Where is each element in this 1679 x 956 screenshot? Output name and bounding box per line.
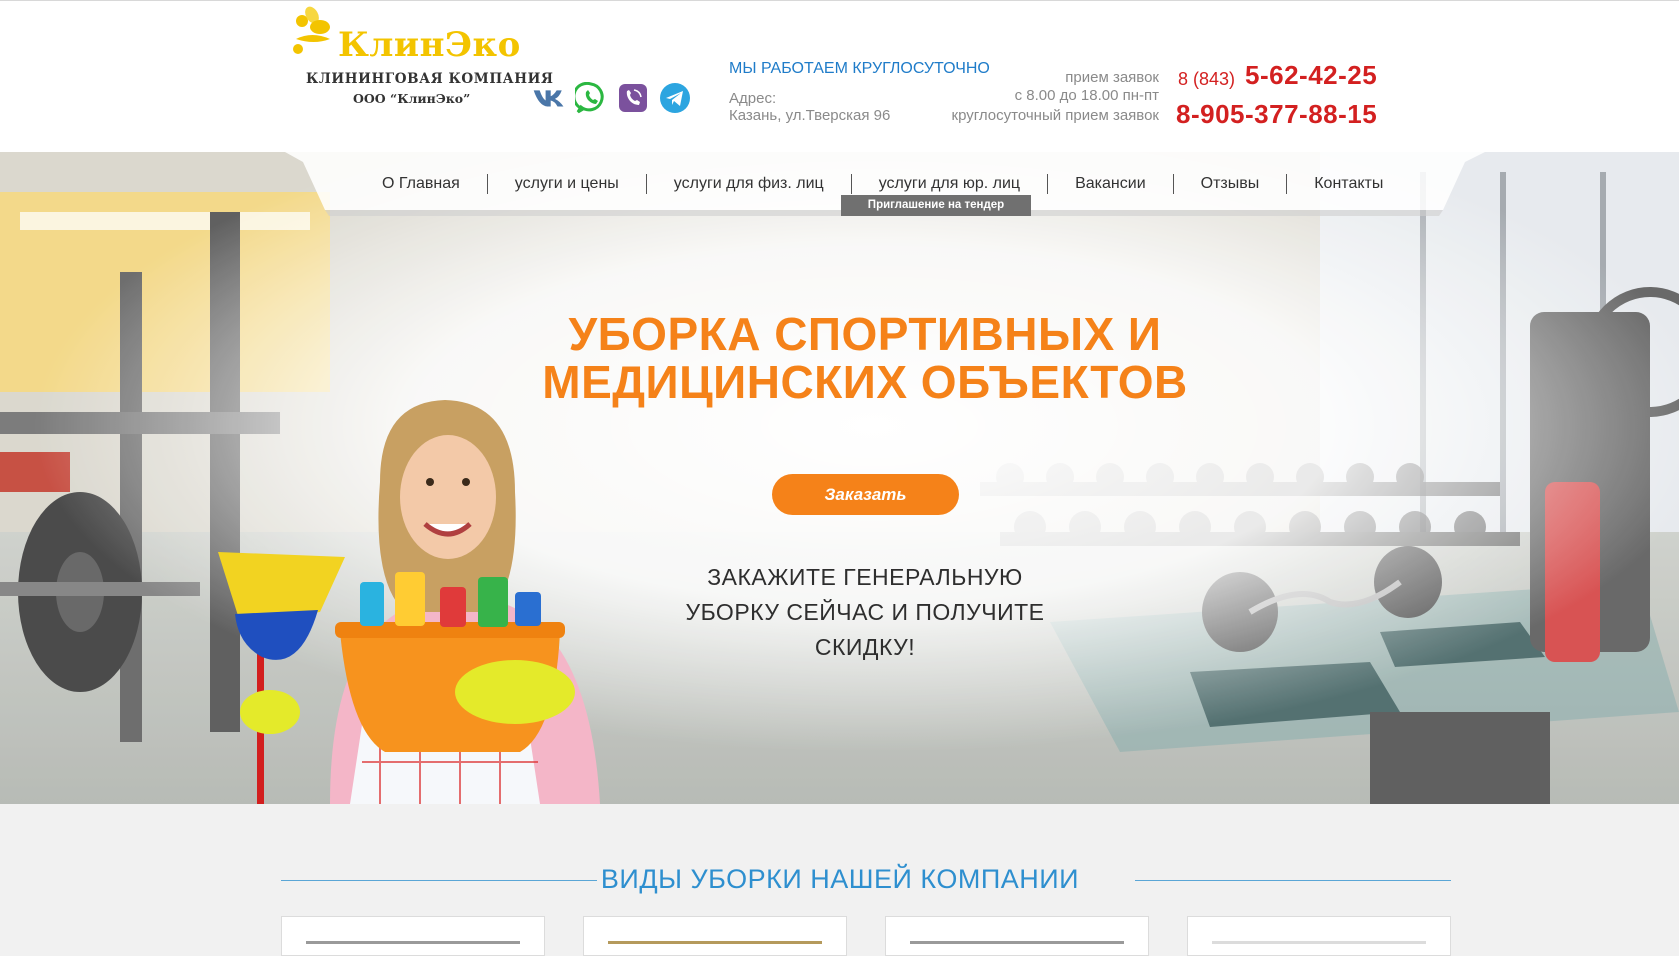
work-hours-link[interactable]: МЫ РАБОТАЕМ КРУГЛОСУТОЧНО — [729, 60, 990, 78]
promo-text: ЗАКАЖИТЕ ГЕНЕРАЛЬНУЮ УБОРКУ СЕЙЧАС И ПОЛ… — [640, 560, 1090, 665]
round-clock-label: круглосуточный прием заявок — [951, 107, 1160, 124]
phone-number[interactable]: 5-62-42-25 — [1245, 60, 1377, 91]
promo-line3: СКИДКУ! — [814, 634, 916, 660]
nav-services-companies[interactable]: услуги для юр. лиц — [852, 174, 1049, 194]
address-value: Казань, ул.Тверская 96 — [729, 107, 891, 124]
service-card[interactable] — [1187, 916, 1451, 956]
vk-icon[interactable] — [532, 81, 566, 115]
main-nav: О Главная услуги и цены услуги для физ. … — [285, 152, 1485, 216]
nav-home[interactable]: О Главная — [355, 174, 488, 194]
whatsapp-icon[interactable] — [574, 81, 608, 115]
logo-name: КлинЭко — [338, 25, 521, 65]
viber-icon[interactable] — [616, 81, 650, 115]
nav-contacts[interactable]: Контакты — [1287, 174, 1410, 194]
logo[interactable]: КлинЭко КЛИНИНГОВАЯ КОМПАНИЯ ООО “КлинЭк… — [290, 5, 553, 109]
hero-title: УБОРКА СПОРТИВНЫХ И МЕДИЦИНСКИХ ОБЪЕКТОВ — [440, 310, 1290, 406]
mobile-phone[interactable]: 8-905-377-88-15 — [1176, 99, 1377, 130]
section-title: ВИДЫ УБОРКИ НАШЕЙ КОМПАНИИ — [600, 864, 1080, 894]
address-label: Адрес: — [729, 90, 777, 107]
hero-title-line2: МЕДИЦИНСКИХ ОБЪЕКТОВ — [542, 356, 1188, 408]
promo-line2: УБОРКУ СЕЙЧАС И ПОЛУЧИТЕ — [685, 599, 1045, 625]
reception-hours: с 8.00 до 18.00 пн-пт — [1014, 87, 1159, 104]
telegram-icon[interactable] — [658, 81, 692, 115]
social-links — [532, 81, 692, 115]
nav-submenu-tender[interactable]: Приглашение на тендер — [841, 195, 1031, 216]
phone-code: 8 (843) — [1178, 69, 1236, 89]
divider-left — [281, 880, 597, 881]
site-header: КлинЭко КЛИНИНГОВАЯ КОМПАНИЯ ООО “КлинЭк… — [0, 0, 1679, 152]
promo-line1: ЗАКАЖИТЕ ГЕНЕРАЛЬНУЮ — [707, 564, 1023, 590]
logo-subtitle: КЛИНИНГОВАЯ КОМПАНИЯ — [306, 71, 554, 87]
divider-right — [1135, 880, 1451, 881]
cleaning-types-section: ВИДЫ УБОРКИ НАШЕЙ КОМПАНИИ — [0, 804, 1679, 956]
logo-company: ООО “КлинЭко” — [353, 91, 471, 106]
service-card[interactable] — [885, 916, 1149, 956]
nav-list: О Главная услуги и цены услуги для физ. … — [355, 170, 1410, 198]
service-card[interactable] — [583, 916, 847, 956]
nav-services-individuals[interactable]: услуги для физ. лиц — [647, 174, 852, 194]
nav-vacancies[interactable]: Вакансии — [1048, 174, 1174, 194]
order-button[interactable]: Заказать — [772, 474, 959, 515]
nav-services-prices[interactable]: услуги и цены — [488, 174, 647, 194]
service-card[interactable] — [281, 916, 545, 956]
reception-label: прием заявок — [1065, 69, 1159, 86]
hero-banner: О Главная услуги и цены услуги для физ. … — [0, 152, 1679, 804]
nav-reviews[interactable]: Отзывы — [1174, 174, 1288, 194]
hero-title-line1: УБОРКА СПОРТИВНЫХ И — [568, 308, 1162, 360]
